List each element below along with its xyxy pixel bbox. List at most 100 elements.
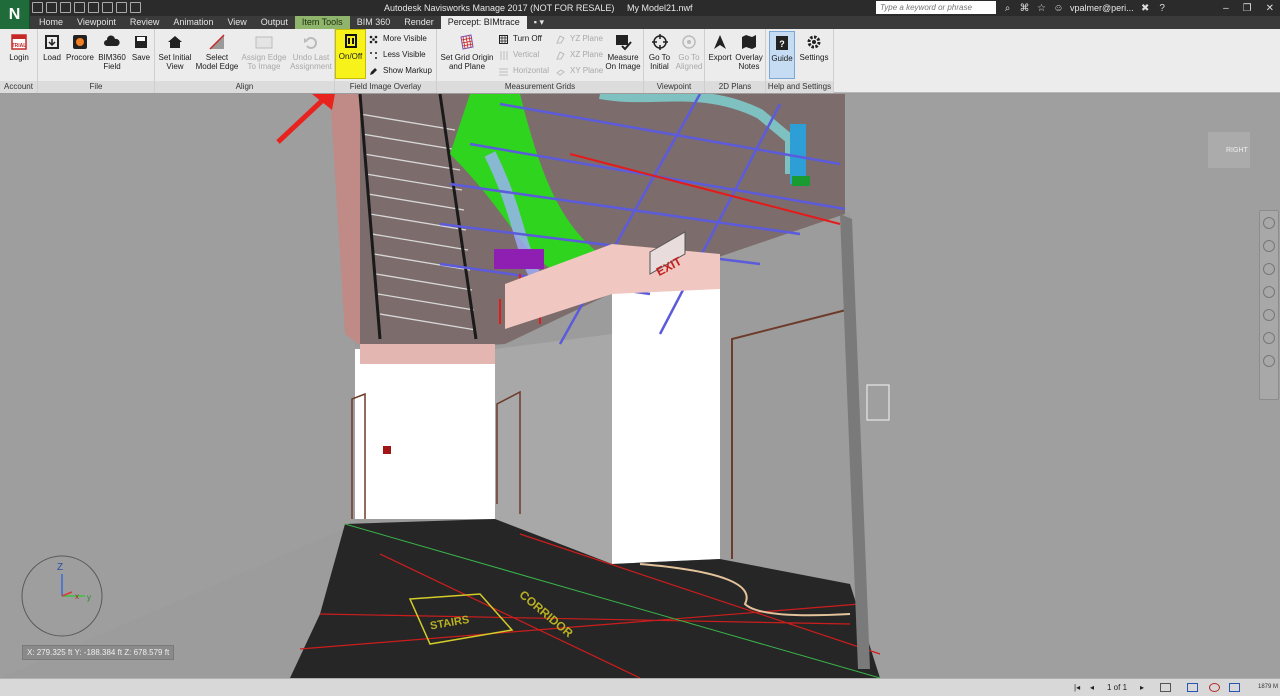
bim360-field-label: BIM360 Field: [98, 53, 126, 71]
panel-file: Load Procore BIM360 Field Save File: [38, 29, 155, 93]
tab-item-tools[interactable]: Item Tools: [294, 16, 350, 29]
panel-help-settings: ? Guide Settings Help and Settings: [766, 29, 834, 93]
assign-edge-button[interactable]: Assign Edge To Image: [241, 31, 287, 79]
new-icon[interactable]: [32, 2, 43, 13]
login-button[interactable]: TRIAL Login: [3, 31, 35, 79]
panel-measurement-grids: Set Grid Origin and Plane Turn Off Verti…: [437, 29, 644, 93]
user-name[interactable]: vpalmer@peri...: [1070, 3, 1134, 13]
select-model-edge-button[interactable]: Select Model Edge: [195, 31, 239, 79]
3d-viewport[interactable]: STAIRS CORRIDOR EXIT RIGHT Z x y X: 279.…: [0, 94, 1280, 678]
horizontal-grid-icon: [499, 68, 508, 76]
binoculars-icon[interactable]: ⌘: [1019, 3, 1030, 14]
grid-turn-off-button[interactable]: Turn Off: [498, 32, 542, 46]
overlay-notes-button[interactable]: Overlay Notes: [734, 31, 764, 79]
tab-home[interactable]: Home: [32, 16, 70, 29]
export-button[interactable]: Export: [707, 31, 733, 79]
prev-page-icon[interactable]: ◂: [1090, 683, 1101, 692]
file-name: My Model21.nwf: [626, 3, 693, 13]
more-visible-button[interactable]: More Visible: [368, 32, 427, 46]
map-icon: [742, 35, 756, 49]
panel-field-image-overlay: On/Off More Visible Less Visible Show Ma…: [335, 29, 437, 93]
quick-access-toolbar: [32, 2, 141, 14]
yz-plane-button[interactable]: YZ Plane: [555, 32, 603, 46]
coordinate-readout: X: 279.325 ft Y: -188.384 ft Z: 678.579 …: [22, 645, 175, 660]
yz-plane-icon: [556, 35, 565, 44]
restore-icon[interactable]: ❐: [1243, 3, 1252, 14]
tab-review[interactable]: Review: [123, 16, 167, 29]
grid-vertical-button[interactable]: Vertical: [498, 48, 539, 62]
help-search-input[interactable]: [876, 1, 996, 14]
tab-bim360[interactable]: BIM 360: [350, 16, 398, 29]
first-page-icon[interactable]: |◂: [1074, 683, 1085, 692]
xz-plane-button[interactable]: XZ Plane: [555, 48, 603, 62]
tab-view[interactable]: View: [220, 16, 253, 29]
steering-wheel-icon[interactable]: [1263, 217, 1275, 229]
refresh-icon[interactable]: [116, 2, 127, 13]
more-visible-label: More Visible: [383, 34, 427, 43]
tab-output[interactable]: Output: [254, 16, 295, 29]
walk-icon[interactable]: [1263, 332, 1275, 344]
zoom-icon[interactable]: [1263, 263, 1275, 275]
open-icon[interactable]: [46, 2, 57, 13]
panel-align: Set Initial View Select Model Edge Assig…: [155, 29, 335, 93]
status-bar: |◂ ◂ 1 of 1 ▸ 1879 M: [0, 678, 1280, 696]
tab-percept-bimtrace[interactable]: Percept: BIMtrace: [440, 16, 527, 29]
panel-viewpoint: Go To Initial Go To Aligned Viewpoint: [644, 29, 705, 93]
sheet-browser-icon[interactable]: [1160, 683, 1171, 692]
measure-on-image-label: Measure On Image: [605, 53, 641, 71]
xy-plane-icon: [556, 69, 565, 76]
save-button[interactable]: Save: [129, 31, 153, 79]
show-markup-button[interactable]: Show Markup: [368, 64, 432, 78]
measure-on-image-button[interactable]: Measure On Image: [604, 31, 642, 79]
xy-plane-button[interactable]: XY Plane: [555, 64, 603, 78]
load-label: Load: [43, 53, 61, 62]
undo-icon: [304, 37, 317, 49]
tab-viewpoint[interactable]: Viewpoint: [70, 16, 123, 29]
redo-icon[interactable]: [102, 2, 113, 13]
load-button[interactable]: Load: [40, 31, 64, 79]
select-icon[interactable]: [130, 2, 141, 13]
go-to-initial-button[interactable]: Go To Initial: [646, 31, 673, 79]
less-visible-button[interactable]: Less Visible: [368, 48, 426, 62]
tab-overflow-dropdown[interactable]: ▪ ▾: [527, 16, 551, 29]
home-icon: [168, 36, 182, 48]
undo-icon[interactable]: [88, 2, 99, 13]
star-icon[interactable]: ☆: [1036, 3, 1047, 14]
panel-label-account: Account: [0, 81, 37, 93]
undo-last-assignment-button[interactable]: Undo Last Assignment: [289, 31, 333, 79]
settings-button[interactable]: Settings: [797, 31, 831, 79]
close-icon[interactable]: ✕: [1266, 3, 1274, 14]
xz-plane-icon: [556, 51, 565, 60]
web-server-icon: [1229, 683, 1240, 692]
tab-animation[interactable]: Animation: [166, 16, 220, 29]
grid-horizontal-button[interactable]: Horizontal: [498, 64, 549, 78]
procore-button[interactable]: Procore: [65, 31, 95, 79]
less-visible-icon: [370, 52, 377, 59]
pan-icon[interactable]: [1263, 240, 1275, 252]
save-icon[interactable]: [60, 2, 71, 13]
look-icon[interactable]: [1263, 309, 1275, 321]
exchange-icon[interactable]: ✖: [1140, 3, 1151, 14]
minimize-icon[interactable]: –: [1223, 3, 1229, 14]
panel-label-2d-plans: 2D Plans: [705, 81, 765, 93]
print-icon[interactable]: [74, 2, 85, 13]
set-grid-origin-button[interactable]: Set Grid Origin and Plane: [439, 31, 495, 79]
overlay-toggle-icon: [344, 34, 357, 48]
bim360-field-button[interactable]: BIM360 Field: [96, 31, 128, 79]
go-to-aligned-button[interactable]: Go To Aligned: [675, 31, 703, 79]
orbit-icon[interactable]: [1263, 286, 1275, 298]
set-initial-view-button[interactable]: Set Initial View: [156, 31, 194, 79]
select-tool-icon[interactable]: [1263, 355, 1275, 367]
go-to-initial-label: Go To Initial: [648, 53, 671, 71]
search-icon[interactable]: ⌕: [1002, 3, 1013, 14]
tab-render[interactable]: Render: [397, 16, 441, 29]
model-scene[interactable]: STAIRS CORRIDOR EXIT RIGHT Z x y: [0, 94, 1280, 678]
overlay-on-off-button[interactable]: On/Off: [335, 29, 366, 79]
next-page-icon[interactable]: ▸: [1140, 683, 1151, 692]
app-menu-button[interactable]: N: [0, 0, 30, 29]
navigation-bar: [1259, 210, 1279, 400]
view-cube[interactable]: RIGHT: [1208, 132, 1250, 168]
guide-button[interactable]: ? Guide: [769, 31, 795, 79]
help-icon[interactable]: ?: [1157, 3, 1168, 14]
page-indicator: 1 of 1: [1107, 683, 1128, 692]
